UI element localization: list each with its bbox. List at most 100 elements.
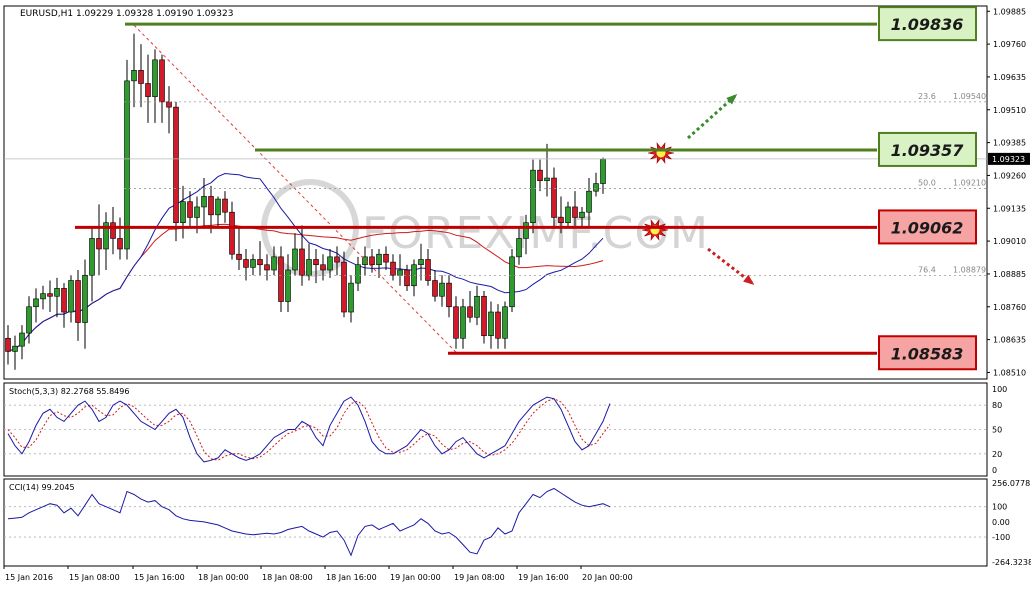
fibonacci-ratio-label: 50.0 — [918, 179, 936, 188]
candle-body — [481, 295, 487, 336]
candle-body — [376, 253, 382, 266]
candle[interactable] — [173, 101, 179, 242]
candle-body — [201, 196, 207, 208]
candle-body — [355, 264, 361, 284]
candle[interactable] — [530, 159, 536, 234]
candle-body — [537, 169, 543, 181]
price-axis-label: 1.09010 — [993, 237, 1026, 246]
candle-body — [117, 238, 123, 250]
price-axis-label: 1.08510 — [993, 368, 1026, 377]
stoch-scale-label: 50 — [992, 426, 1002, 435]
fibonacci-value-label: 1.09210 — [953, 179, 986, 188]
price-axis-label: 1.08635 — [993, 336, 1026, 345]
candle-body — [516, 238, 522, 258]
candle-body — [383, 253, 389, 263]
candle-body — [180, 201, 186, 224]
cci-scale-label: 100 — [992, 503, 1007, 512]
fibonacci-value-label: 1.08879 — [953, 266, 986, 275]
cci-indicator-label: CCI(14) 99.2045 — [9, 483, 75, 492]
candle-body — [243, 259, 249, 268]
candle-body — [446, 282, 452, 308]
candle-body — [166, 101, 172, 108]
candle[interactable] — [481, 291, 487, 344]
stoch-scale-label: 80 — [992, 401, 1002, 410]
candle-body — [299, 248, 305, 276]
candle-body — [453, 306, 459, 339]
candle-body — [320, 264, 326, 271]
candle-body — [124, 80, 130, 250]
stoch-scale-label: 100 — [992, 385, 1007, 394]
fibonacci-ratio-label: 23.6 — [918, 92, 936, 101]
candle-body — [579, 211, 585, 218]
candle-body — [488, 311, 494, 336]
candle-body — [250, 259, 256, 268]
stoch-indicator-label: Stoch(5,3,3) 82.2768 55.8496 — [9, 387, 129, 396]
candle-body — [565, 206, 571, 224]
candle-body — [285, 269, 291, 302]
price-axis-label: 1.09885 — [993, 7, 1026, 16]
candle-body — [572, 206, 578, 218]
price-axis-label: 1.09635 — [993, 73, 1026, 82]
current-price-badge: 1.09323 — [988, 152, 1030, 165]
trading-chart[interactable]: FOREXIMF.COM 23.6 1.09540 50.0 1.09210 76.4 1… — [0, 0, 1031, 589]
candle-body — [425, 259, 431, 281]
candle-body — [460, 306, 466, 339]
cci-scale-label: -100 — [992, 533, 1010, 542]
candle[interactable] — [509, 248, 515, 313]
candle-body — [418, 259, 424, 266]
candle-body — [348, 282, 354, 313]
candle-body — [61, 288, 67, 313]
level-price-box[interactable]: 1.08583 — [878, 335, 977, 371]
price-axis-label: 1.09260 — [993, 171, 1026, 180]
candle-body — [271, 256, 277, 271]
candle-body — [432, 280, 438, 297]
candle-body — [467, 306, 473, 318]
candle-body — [33, 298, 39, 308]
candle-body — [530, 169, 536, 224]
stoch-scale-label: 0 — [992, 466, 997, 475]
cci-scale-label: 256.0778 — [992, 479, 1030, 488]
stoch-scale-label: 20 — [992, 450, 1002, 459]
candle-body — [229, 211, 235, 255]
price-axis-label: 1.08885 — [993, 270, 1026, 279]
time-axis-label: 20 Jan 00:00 — [582, 573, 633, 582]
fibonacci-value-label: 1.09540 — [953, 92, 986, 101]
candle-body — [68, 280, 74, 313]
candle[interactable] — [124, 59, 130, 260]
level-price-label: 1.08583 — [891, 344, 964, 363]
candle-body — [75, 280, 81, 323]
candle-body — [600, 158, 606, 184]
price-axis-label: 1.09510 — [993, 106, 1026, 115]
candle-body — [551, 177, 557, 218]
candle-body — [194, 206, 200, 218]
cci-panel-frame — [3, 478, 988, 567]
candle-body — [152, 59, 158, 97]
candle-body — [159, 59, 165, 103]
candle-body — [439, 282, 445, 297]
cci-scale-label: -264.3238 — [992, 558, 1031, 567]
price-axis-label: 1.08760 — [993, 303, 1026, 312]
time-axis-label: 19 Jan 16:00 — [518, 573, 569, 582]
level-price-box[interactable]: 1.09357 — [878, 131, 977, 167]
candle-body — [222, 198, 228, 213]
chart-canvas[interactable]: FOREXIMF.COM 23.6 1.0954050.0 1.0921076.4 1… — [0, 0, 1031, 589]
candle-body — [586, 190, 592, 213]
candle-body — [369, 256, 375, 266]
candle-body — [292, 248, 298, 271]
candle-body — [236, 253, 242, 260]
candle-body — [495, 311, 501, 339]
fibonacci-ratio-label: 76.4 — [918, 266, 936, 275]
candle-body — [19, 332, 25, 347]
candle-body — [89, 238, 95, 276]
candle-body — [131, 70, 137, 82]
time-axis-label: 18 Jan 16:00 — [326, 573, 377, 582]
candle-body — [474, 295, 480, 318]
candle-body — [390, 261, 396, 276]
level-price-box[interactable]: 1.09836 — [878, 6, 977, 42]
candle-body — [523, 222, 529, 239]
level-price-box[interactable]: 1.09062 — [878, 209, 977, 245]
candle-body — [82, 274, 88, 323]
candle-body — [12, 345, 18, 352]
candle-body — [47, 293, 53, 297]
level-price-label: 1.09836 — [891, 15, 964, 34]
